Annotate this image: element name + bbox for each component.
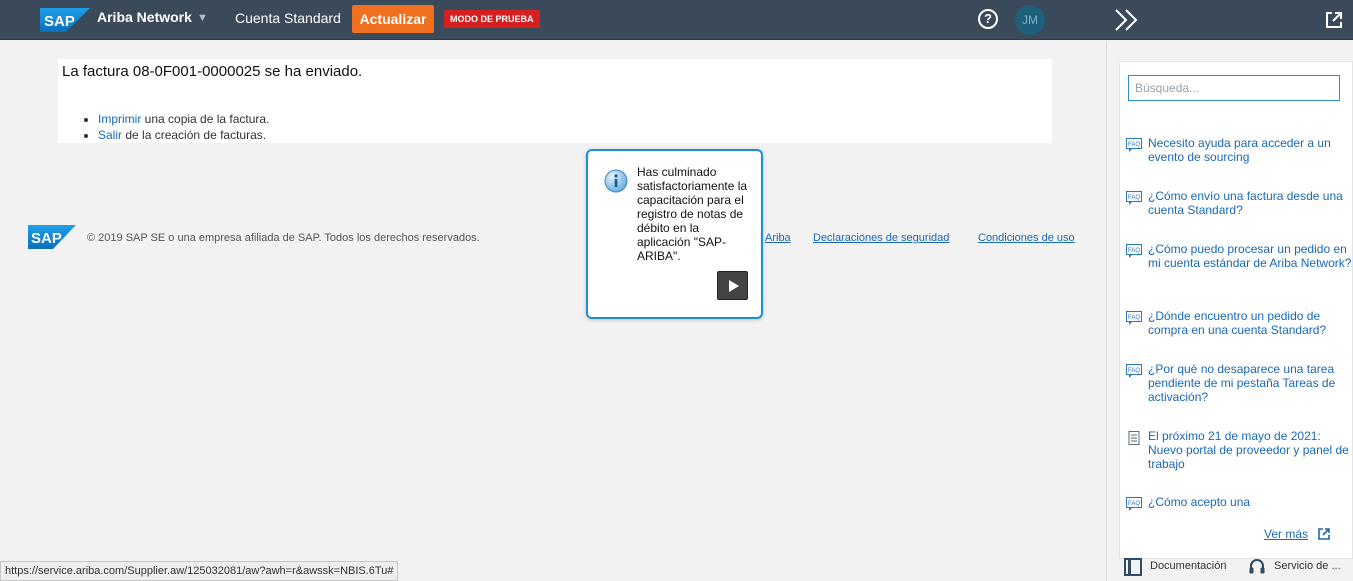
svg-text:SAP: SAP: [44, 13, 75, 30]
help-item-text: ¿Dónde encuentro un pedido de compra en …: [1148, 309, 1327, 337]
training-completed-popup: Has culminado satisfactoriamente la capa…: [586, 149, 763, 319]
help-item-text: ¿Cómo acepto una: [1148, 495, 1251, 509]
info-icon: [604, 169, 628, 193]
upgrade-button[interactable]: Actualizar: [352, 5, 434, 33]
ariba-network-menu[interactable]: Ariba Network: [97, 9, 192, 25]
help-item[interactable]: FAQ ¿Cómo acepto una: [1126, 495, 1352, 513]
faq-icon: FAQ: [1126, 497, 1142, 511]
exit-link[interactable]: Salir: [98, 128, 122, 142]
list-item-text: de la creación de facturas.: [122, 128, 267, 142]
faq-icon: FAQ: [1126, 244, 1142, 258]
help-side-panel: FAQ Necesito ayuda para acceder a un eve…: [1106, 41, 1353, 581]
search-input[interactable]: [1128, 75, 1340, 101]
book-icon[interactable]: [1124, 558, 1142, 576]
print-link[interactable]: Imprimir: [98, 112, 141, 126]
chevron-down-icon[interactable]: ▼: [197, 12, 208, 24]
help-panel-content: FAQ Necesito ayuda para acceder a un eve…: [1119, 61, 1353, 559]
faq-icon: FAQ: [1126, 311, 1142, 325]
document-icon: [1128, 431, 1140, 445]
page-title: La factura 08-0F001-0000025 se ha enviad…: [62, 63, 363, 80]
account-type-label: Cuenta Standard: [235, 10, 341, 26]
action-list: Imprimir una copia de la factura. Salir …: [98, 111, 269, 143]
footer-sap-logo: SAP: [28, 225, 76, 249]
copyright-text: © 2019 SAP SE o una empresa afiliada de …: [87, 232, 480, 244]
status-bar-url: https://service.ariba.com/Supplier.aw/12…: [0, 561, 399, 581]
list-item: Imprimir una copia de la factura.: [98, 111, 269, 127]
headset-icon[interactable]: [1248, 558, 1266, 576]
svg-text:SAP: SAP: [31, 230, 62, 247]
user-avatar[interactable]: JM: [1015, 5, 1045, 35]
help-item-text: ¿Por qué no desaparece una tarea pendien…: [1148, 362, 1336, 404]
help-item-text: ¿Cómo envío una factura desde una cuenta…: [1148, 189, 1343, 217]
help-icon[interactable]: ?: [978, 9, 998, 29]
see-more-link[interactable]: Ver más: [1264, 527, 1308, 541]
faq-icon: FAQ: [1126, 138, 1142, 152]
service-link[interactable]: Servicio de ...: [1274, 560, 1341, 572]
top-navigation-bar: SAP Ariba Network ▼ Cuenta Standard Actu…: [0, 0, 1353, 40]
footer-link-ariba[interactable]: Ariba: [765, 232, 791, 244]
help-panel-footer: Documentación Servicio de ...: [1119, 556, 1353, 580]
confirmation-panel: La factura 08-0F001-0000025 se ha enviad…: [58, 59, 1052, 143]
help-item-text: El próximo 21 de mayo de 2021: Nuevo por…: [1148, 429, 1349, 471]
help-item-text: Necesito ayuda para acceder a un evento …: [1148, 136, 1331, 164]
popup-message: Has culminado satisfactoriamente la capa…: [637, 165, 748, 263]
help-item-text: ¿Cómo puedo procesar un pedido en mi cue…: [1148, 242, 1352, 270]
sap-logo[interactable]: SAP: [40, 8, 90, 32]
faq-icon: FAQ: [1126, 364, 1142, 378]
svg-text:FAQ: FAQ: [1128, 195, 1140, 201]
svg-text:FAQ: FAQ: [1128, 315, 1140, 321]
svg-text:FAQ: FAQ: [1128, 368, 1140, 374]
list-item: Salir de la creación de facturas.: [98, 127, 269, 143]
svg-text:FAQ: FAQ: [1128, 248, 1140, 254]
popout-icon[interactable]: [1317, 527, 1331, 541]
double-chevron-right-icon[interactable]: [1112, 6, 1142, 34]
svg-text:FAQ: FAQ: [1128, 501, 1140, 507]
popout-icon[interactable]: [1324, 10, 1344, 30]
list-item-text: una copia de la factura.: [141, 112, 270, 126]
play-button[interactable]: [717, 271, 748, 300]
footer-link-security[interactable]: Declaraciones de seguridad: [813, 232, 949, 244]
documentation-link[interactable]: Documentación: [1150, 560, 1226, 572]
faq-icon: FAQ: [1126, 191, 1142, 205]
footer-link-terms[interactable]: Condiciones de uso: [978, 232, 1075, 244]
svg-text:FAQ: FAQ: [1128, 142, 1140, 148]
test-mode-badge[interactable]: MODO DE PRUEBA: [444, 10, 540, 28]
